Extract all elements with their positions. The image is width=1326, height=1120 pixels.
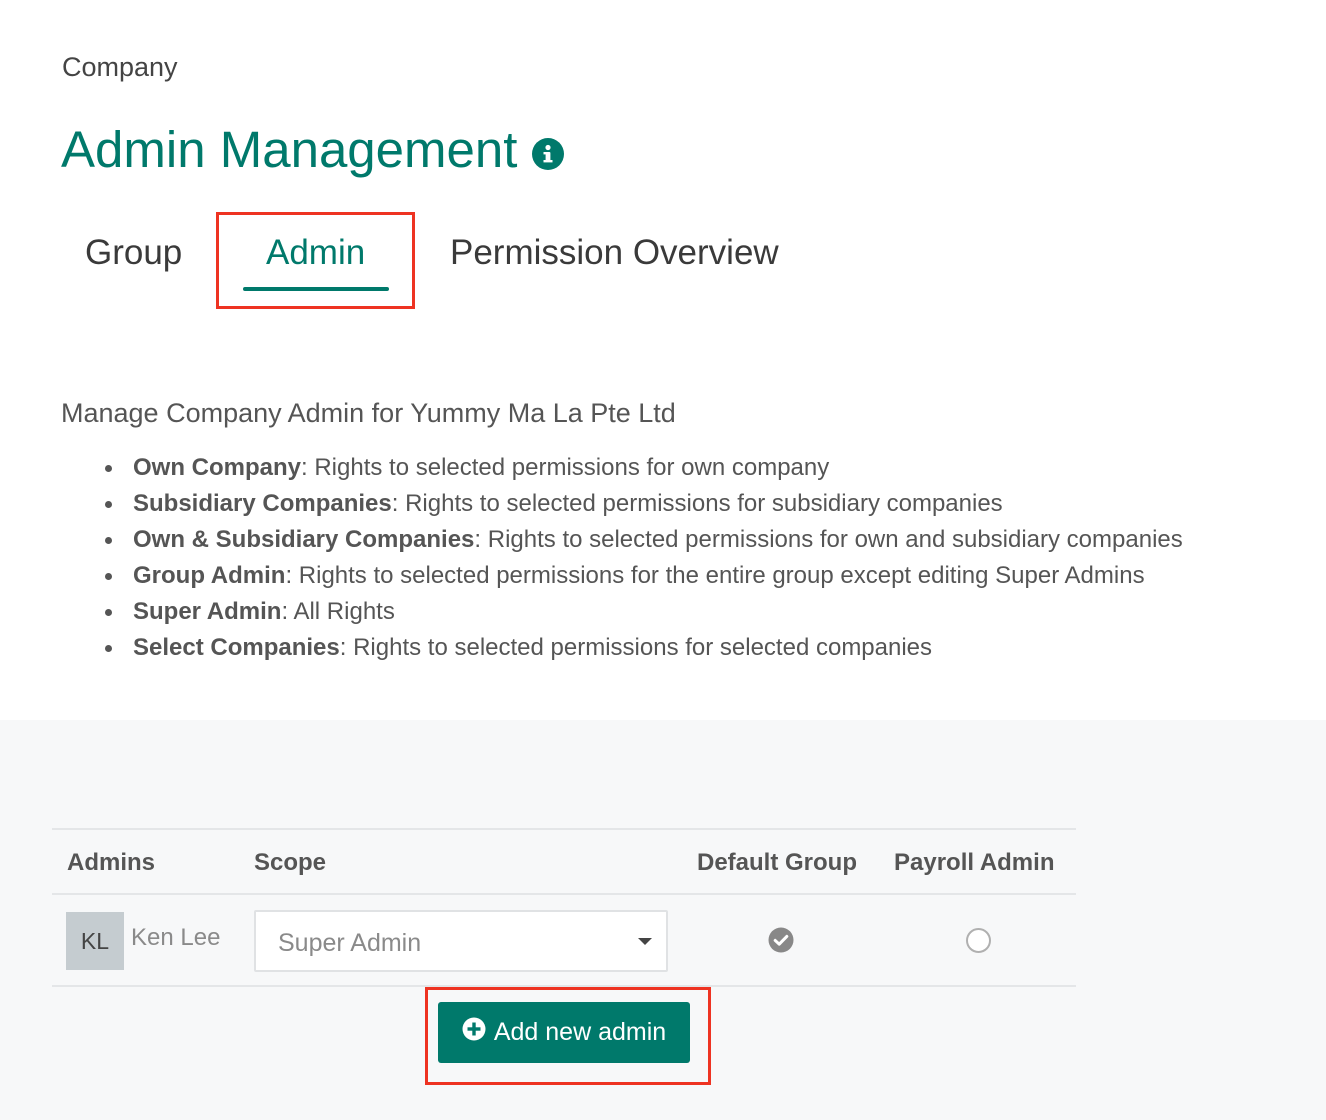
breadcrumb[interactable]: Company bbox=[62, 52, 178, 83]
rule-term: Select Companies bbox=[133, 634, 340, 661]
add-new-admin-button[interactable]: Add new admin bbox=[438, 1002, 690, 1063]
list-item: Own & Subsidiary Companies: Rights to se… bbox=[105, 524, 1183, 560]
admins-table: Admins Scope Default Group Payroll Admin… bbox=[52, 828, 1076, 1078]
rule-text: : All Rights bbox=[281, 598, 395, 625]
rule-term: Own & Subsidiary Companies bbox=[133, 526, 475, 553]
table-header: Admins Scope Default Group Payroll Admin bbox=[52, 828, 1076, 895]
default-group-check-icon[interactable] bbox=[768, 927, 794, 958]
tab-bar: Group Admin Permission Overview bbox=[0, 225, 900, 305]
header-scope: Scope bbox=[254, 849, 327, 876]
info-circle-icon[interactable] bbox=[532, 137, 565, 170]
scope-selected-value: Super Admin bbox=[278, 929, 422, 957]
admin-description: Manage Company Admin for Yummy Ma La Pte… bbox=[61, 398, 676, 428]
plus-circle-icon bbox=[462, 1017, 486, 1048]
rule-text: : Rights to selected permissions for sel… bbox=[339, 634, 933, 661]
rule-text: : Rights to selected permissions for own… bbox=[301, 454, 830, 481]
active-tab-indicator bbox=[243, 287, 389, 291]
rule-term: Group Admin bbox=[133, 562, 286, 589]
rule-term: Own Company bbox=[133, 454, 302, 481]
scope-rules-list: Own Company: Rights to selected permissi… bbox=[105, 452, 1183, 668]
scope-select[interactable]: Super Admin bbox=[254, 910, 668, 972]
page-title: Admin Management bbox=[61, 120, 565, 179]
avatar: KL bbox=[66, 912, 124, 970]
add-new-admin-label: Add new admin bbox=[493, 1018, 667, 1046]
payroll-admin-radio[interactable] bbox=[966, 928, 991, 953]
table-row: KL Ken Lee Super Admin bbox=[52, 895, 1076, 987]
rule-term: Super Admin bbox=[133, 598, 282, 625]
tab-admin[interactable]: Admin bbox=[266, 233, 365, 273]
tab-group[interactable]: Group bbox=[85, 233, 182, 273]
rule-term: Subsidiary Companies bbox=[133, 490, 392, 517]
rule-text: : Rights to selected permissions for own… bbox=[474, 526, 1183, 553]
list-item: Own Company: Rights to selected permissi… bbox=[105, 452, 1183, 488]
header-payroll-admin: Payroll Admin bbox=[894, 849, 1055, 876]
rule-text: : Rights to selected permissions for sub… bbox=[391, 490, 1003, 517]
caret-down-icon bbox=[638, 938, 652, 945]
list-item: Subsidiary Companies: Rights to selected… bbox=[105, 488, 1183, 524]
tab-permission-overview[interactable]: Permission Overview bbox=[450, 233, 779, 273]
list-item: Group Admin: Rights to selected permissi… bbox=[105, 560, 1183, 596]
page-title-text: Admin Management bbox=[61, 121, 518, 178]
header-admins: Admins bbox=[67, 849, 156, 876]
list-item: Select Companies: Rights to selected per… bbox=[105, 632, 1183, 668]
rule-text: : Rights to selected permissions for the… bbox=[285, 562, 1145, 589]
list-item: Super Admin: All Rights bbox=[105, 596, 1183, 632]
admin-name: Ken Lee bbox=[131, 924, 221, 951]
header-default-group: Default Group bbox=[697, 849, 857, 876]
